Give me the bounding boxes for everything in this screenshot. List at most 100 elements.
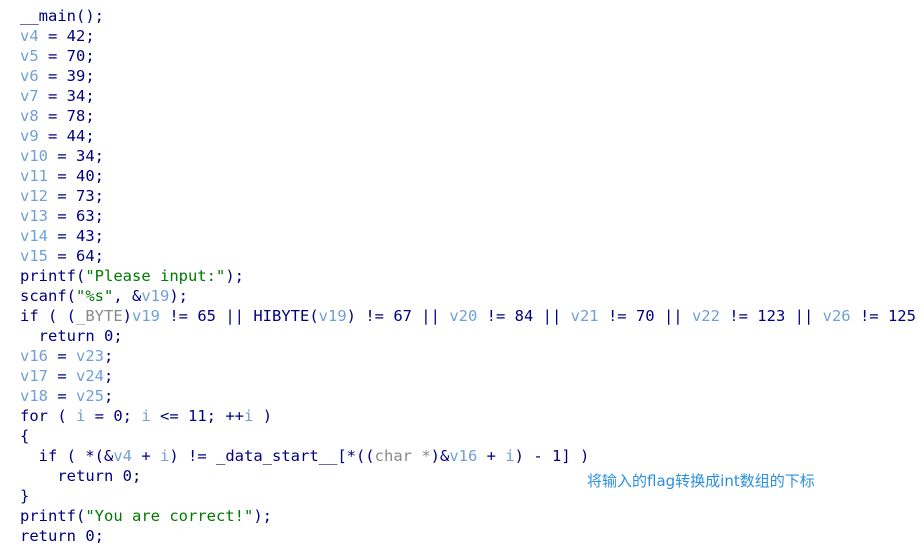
code-token: = 70; bbox=[38, 47, 95, 65]
code-variable: v24 bbox=[76, 367, 104, 385]
code-variable: v20 bbox=[449, 307, 478, 325]
code-token: ) bbox=[253, 407, 273, 425]
code-line[interactable]: __main(); bbox=[20, 6, 924, 26]
code-token: != 123 || bbox=[719, 307, 823, 325]
code-variable: v4 bbox=[20, 27, 39, 45]
code-token: != 70 || bbox=[598, 307, 692, 325]
code-token: = 73; bbox=[48, 187, 104, 205]
code-variable: v11 bbox=[20, 167, 48, 185]
code-line[interactable]: v4 = 42; bbox=[20, 26, 924, 46]
code-variable: v16 bbox=[20, 347, 48, 365]
code-token: = 78; bbox=[38, 107, 95, 125]
code-line[interactable]: v15 = 64; bbox=[20, 246, 924, 266]
code-line[interactable]: v5 = 70; bbox=[20, 46, 924, 66]
code-token: + bbox=[132, 447, 160, 465]
code-line[interactable]: v8 = 78; bbox=[20, 106, 924, 126]
code-token: = bbox=[48, 347, 76, 365]
code-line[interactable]: { bbox=[20, 426, 924, 446]
code-line[interactable]: v17 = v24; bbox=[20, 366, 924, 386]
code-token: printf( bbox=[20, 507, 86, 525]
code-variable: v21 bbox=[570, 307, 599, 325]
code-variable: v9 bbox=[20, 127, 39, 145]
code-line[interactable]: v13 = 63; bbox=[20, 206, 924, 226]
code-token: = 40; bbox=[48, 167, 104, 185]
code-variable: i bbox=[160, 447, 170, 465]
code-variable: v26 bbox=[822, 307, 851, 325]
code-token: ) - 1] ) bbox=[514, 447, 590, 465]
code-variable: v18 bbox=[20, 387, 48, 405]
code-line[interactable]: v7 = 34; bbox=[20, 86, 924, 106]
code-line[interactable]: if ( (_BYTE)v19 != 65 || HIBYTE(v19) != … bbox=[20, 306, 924, 326]
code-variable: v15 bbox=[20, 247, 48, 265]
code-variable: v19 bbox=[318, 307, 347, 325]
code-variable: i bbox=[244, 407, 254, 425]
code-variable: v13 bbox=[20, 207, 48, 225]
code-token: ); bbox=[169, 287, 188, 305]
code-line[interactable]: v16 = v23; bbox=[20, 346, 924, 366]
code-token: ; bbox=[104, 367, 114, 385]
code-variable: v22 bbox=[691, 307, 720, 325]
code-variable: i bbox=[505, 447, 515, 465]
code-variable: v19 bbox=[132, 307, 161, 325]
pseudocode-view[interactable]: __main(); v4 = 42; v5 = 70; v6 = 39; v7 = 34… bbox=[20, 6, 924, 546]
code-variable: v4 bbox=[113, 447, 132, 465]
code-variable: v7 bbox=[20, 87, 39, 105]
code-token: != 65 || HIBYTE( bbox=[160, 307, 319, 325]
code-line[interactable]: v12 = 73; bbox=[20, 186, 924, 206]
code-line[interactable]: if ( *(&v4 + i) != _data_start__[*((char… bbox=[20, 446, 924, 466]
code-token: = bbox=[48, 367, 76, 385]
code-token: ) != _data_start__[*(( bbox=[169, 447, 375, 465]
code-token: = 64; bbox=[48, 247, 104, 265]
code-token: = 63; bbox=[48, 207, 104, 225]
code-line[interactable]: v10 = 34; bbox=[20, 146, 924, 166]
code-token: } bbox=[20, 487, 30, 505]
code-type: _BYTE bbox=[76, 307, 123, 325]
code-token: return 0; bbox=[20, 467, 142, 485]
code-line[interactable]: printf("Please input:"); bbox=[20, 266, 924, 286]
code-line[interactable]: v14 = 43; bbox=[20, 226, 924, 246]
code-line[interactable]: v6 = 39; bbox=[20, 66, 924, 86]
code-token: = 44; bbox=[38, 127, 95, 145]
code-variable: v23 bbox=[76, 347, 104, 365]
code-line[interactable]: for ( i = 0; i <= 11; ++i ) bbox=[20, 406, 924, 426]
code-token: )& bbox=[430, 447, 450, 465]
code-line[interactable]: v18 = v25; bbox=[20, 386, 924, 406]
code-token: ; bbox=[104, 347, 114, 365]
code-variable: v12 bbox=[20, 187, 48, 205]
code-variable: v8 bbox=[20, 107, 39, 125]
code-token: + bbox=[477, 447, 506, 465]
code-line[interactable]: v11 = 40; bbox=[20, 166, 924, 186]
code-variable: i bbox=[141, 407, 151, 425]
code-token: __main(); bbox=[20, 7, 104, 25]
code-token: ) bbox=[122, 307, 133, 325]
code-line[interactable]: scanf("%s", &v19); bbox=[20, 286, 924, 306]
code-variable: v17 bbox=[20, 367, 48, 385]
code-line[interactable]: v9 = 44; bbox=[20, 126, 924, 146]
code-token: = 39; bbox=[38, 67, 95, 85]
code-variable: v5 bbox=[20, 47, 39, 65]
code-token: return 0; bbox=[20, 527, 104, 545]
code-variable: v10 bbox=[20, 147, 48, 165]
code-token: ); bbox=[253, 507, 272, 525]
code-token: if ( ( bbox=[20, 307, 76, 325]
code-type: char * bbox=[374, 447, 431, 465]
code-token: printf( bbox=[20, 267, 86, 285]
code-token: <= 11; ++ bbox=[150, 407, 245, 425]
code-token: ) != 67 || bbox=[346, 307, 450, 325]
code-token: != 125 ) bbox=[859, 307, 916, 325]
code-line[interactable]: return 0; bbox=[20, 326, 924, 346]
code-token: return 0; bbox=[20, 327, 123, 345]
code-variable: v25 bbox=[76, 387, 104, 405]
code-variable: v16 bbox=[449, 447, 478, 465]
code-variable: v19 bbox=[141, 287, 170, 305]
code-token: for ( bbox=[20, 407, 76, 425]
code-line[interactable]: printf("You are correct!"); bbox=[20, 506, 924, 526]
code-line[interactable]: return 0; bbox=[20, 526, 924, 546]
code-token: = 34; bbox=[48, 147, 104, 165]
code-token: if ( *(& bbox=[20, 447, 114, 465]
code-token: = 0; bbox=[85, 407, 142, 425]
code-token: ); bbox=[225, 267, 244, 285]
code-token: = 42; bbox=[38, 27, 95, 45]
code-token: = bbox=[48, 387, 76, 405]
code-token: != 84 || bbox=[477, 307, 571, 325]
